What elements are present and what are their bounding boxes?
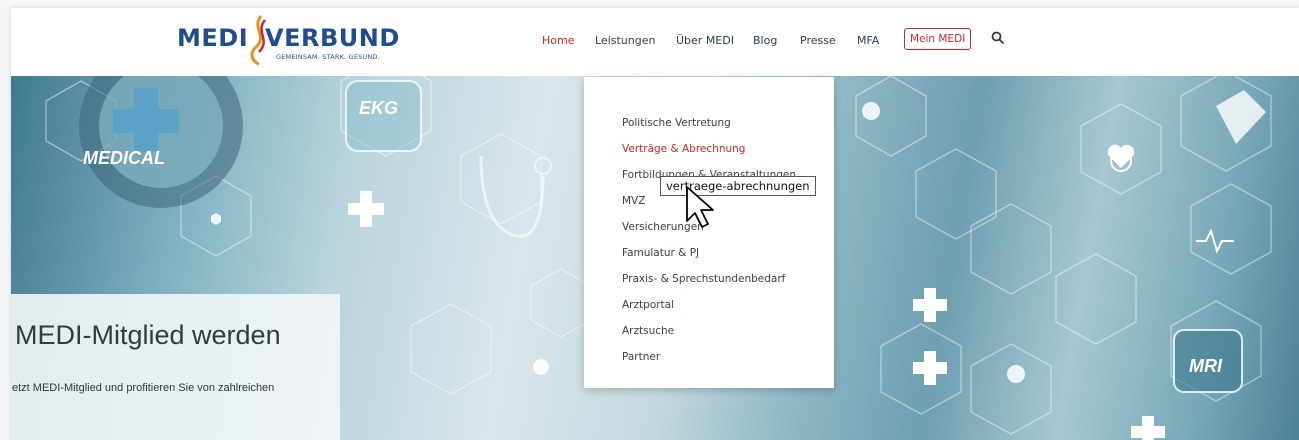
browser-page: MEDI VERBUND GEMEINSAM. STARK. GESUND. H… [11, 8, 1299, 440]
menu-item-mvz[interactable]: MVZ [622, 195, 645, 207]
menu-item-partner[interactable]: Partner [622, 351, 660, 363]
logo-text-verbund: VERBUND [265, 24, 400, 52]
menu-item-vertraege-abrechnung[interactable]: Verträge & Abrechnung [622, 143, 745, 155]
mein-medi-button[interactable]: Mein MEDI [904, 28, 972, 50]
site-header: MEDI VERBUND GEMEINSAM. STARK. GESUND. H… [11, 8, 1299, 76]
search-icon[interactable] [991, 31, 1005, 45]
logo-text-medi: MEDI [177, 24, 249, 52]
mouse-pointer-icon [686, 186, 714, 228]
nav-item-mfa[interactable]: MFA [857, 34, 879, 47]
cta-title: MEDI-Mitglied werden [15, 320, 281, 350]
logo-tagline: GEMEINSAM. STARK. GESUND. [276, 53, 380, 61]
nav-item-ueber-medi[interactable]: Über MEDI [676, 34, 734, 47]
menu-item-arztportal[interactable]: Arztportal [622, 299, 674, 311]
leistungen-dropdown-menu: Politische Vertretung Verträge & Abrechn… [584, 77, 834, 388]
menu-item-arztsuche[interactable]: Arztsuche [622, 325, 674, 337]
link-tooltip: vertraege-abrechnungen [660, 176, 816, 196]
cta-text: etzt MEDI-Mitglied und profitieren Sie v… [12, 382, 275, 394]
hero-label-ekg: EKG [359, 98, 398, 118]
hero-label-mri: MRI [1189, 356, 1223, 376]
menu-item-praxis-bedarf[interactable]: Praxis- & Sprechstundenbedarf [622, 273, 785, 285]
menu-item-famulatur-pj[interactable]: Famulatur & PJ [622, 247, 699, 259]
nav-item-home[interactable]: Home [542, 34, 574, 47]
menu-item-politische-vertretung[interactable]: Politische Vertretung [622, 117, 731, 129]
nav-item-leistungen[interactable]: Leistungen [595, 34, 655, 47]
nav-item-presse[interactable]: Presse [800, 34, 836, 47]
nav-item-blog[interactable]: Blog [753, 34, 777, 47]
hero-label-medical: MEDICAL [83, 148, 165, 168]
membership-cta-panel: MEDI-Mitglied werden etzt MEDI-Mitglied … [11, 294, 340, 440]
